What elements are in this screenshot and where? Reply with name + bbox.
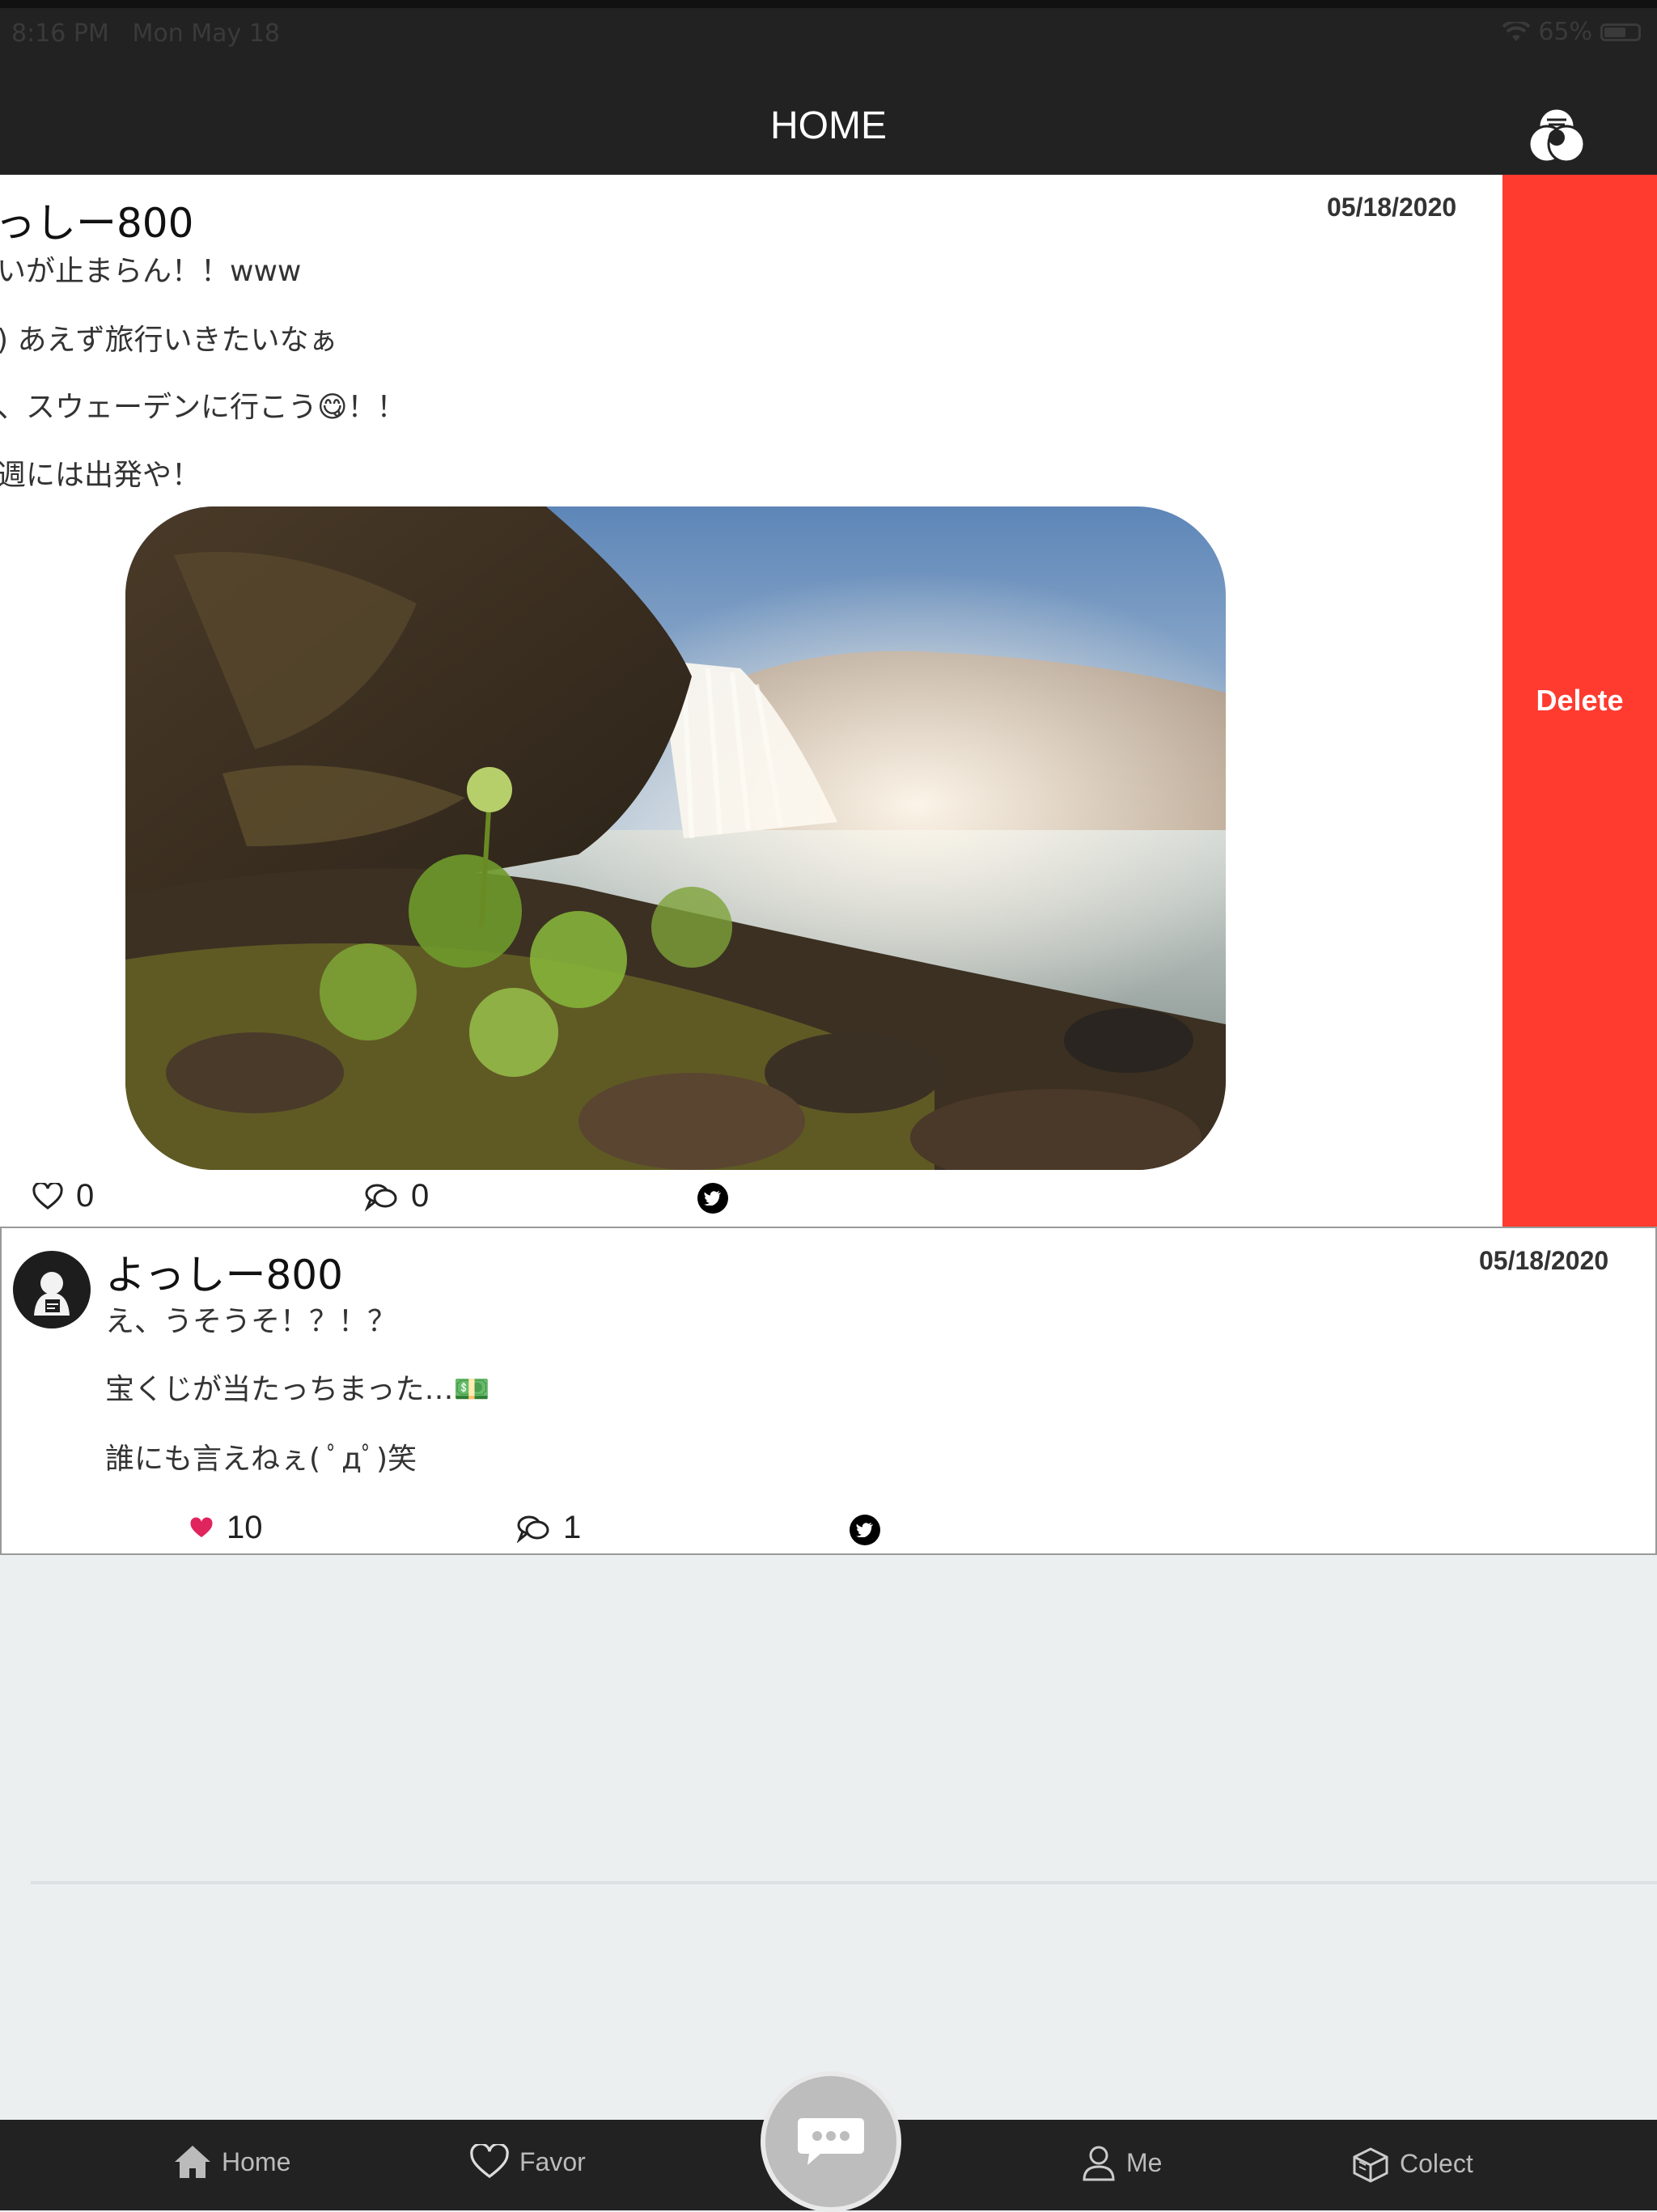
post-text-line: え、うそうそ！？！？ — [105, 1305, 397, 1338]
heart-outline-icon — [470, 2144, 509, 2179]
like-button[interactable]: 10 — [189, 1510, 263, 1546]
status-date: Mon May 18 — [132, 19, 281, 48]
twitter-icon — [697, 1183, 728, 1214]
post-text-line: 宝くじが当たっちまった…💵 — [105, 1373, 490, 1406]
tab-home-label: Home — [222, 2146, 291, 2176]
person-icon — [1083, 2146, 1115, 2181]
twitter-share-button[interactable] — [697, 1183, 728, 1214]
comment-icon — [516, 1515, 549, 1543]
comment-count: 1 — [563, 1510, 582, 1545]
tab-favor[interactable]: Favor — [469, 2144, 586, 2180]
divider — [31, 1881, 1657, 1884]
heart-outline-icon — [32, 1182, 63, 1210]
page-title: HOME — [770, 104, 887, 147]
post-card[interactable]: っしー800 05/18/2020 いが止まらん！！www ) あえず旅行いきた… — [0, 175, 1502, 1228]
like-button[interactable]: 0 — [32, 1178, 94, 1214]
twitter-icon — [850, 1515, 880, 1545]
comment-count: 0 — [411, 1178, 430, 1214]
like-count: 10 — [227, 1510, 263, 1545]
battery-percent: 65% — [1538, 18, 1592, 46]
tab-me-label: Me — [1126, 2147, 1163, 2177]
comment-button[interactable]: 0 — [364, 1178, 429, 1214]
waterfall-photo — [125, 506, 1226, 1170]
post-text-line: 、スウェーデンに行こう😋！！ — [0, 391, 406, 424]
post-text-line: いが止まらん！！www — [0, 255, 302, 288]
post-photo[interactable] — [125, 506, 1226, 1170]
comment-icon — [364, 1184, 397, 1211]
chat-button[interactable] — [761, 2071, 901, 2212]
post-username: っしー800 — [0, 200, 194, 247]
nav-bar: HOME — [0, 57, 1657, 175]
status-time: 8:16 PM Mon May 18 — [11, 19, 281, 48]
post-card[interactable]: よっしー800 05/18/2020 え、うそうそ！？！？ 宝くじが当たっちまっ… — [0, 1227, 1657, 1555]
tab-collect[interactable]: Colect — [1350, 2144, 1473, 2183]
user-avatar-icon — [34, 1272, 70, 1316]
post-text-line: ) あえず旅行いきたいなぁ — [0, 324, 338, 357]
avatar[interactable] — [13, 1251, 91, 1328]
tab-home[interactable]: Home — [173, 2144, 290, 2180]
post-date: 05/18/2020 — [1327, 193, 1457, 222]
post-date: 05/18/2020 — [1479, 1246, 1609, 1275]
app-logo-icon[interactable] — [1524, 104, 1589, 168]
like-count: 0 — [76, 1178, 95, 1214]
post-username: よっしー800 — [105, 1252, 343, 1299]
tab-collect-label: Colect — [1400, 2148, 1473, 2178]
post-text-line: 週には出発や！ — [0, 459, 201, 492]
battery-icon — [1600, 23, 1641, 41]
box-icon — [1353, 2147, 1388, 2183]
comment-button[interactable]: 1 — [516, 1510, 581, 1546]
delete-button[interactable]: Delete — [1502, 175, 1657, 1227]
chat-bubble-icon — [798, 2118, 864, 2165]
twitter-share-button[interactable] — [850, 1515, 880, 1545]
tab-favor-label: Favor — [519, 2146, 586, 2176]
heart-filled-icon — [190, 1516, 213, 1537]
home-icon — [175, 2146, 210, 2178]
tab-me[interactable]: Me — [1081, 2144, 1162, 2181]
wifi-icon — [1502, 21, 1531, 41]
status-bar: 8:16 PM Mon May 18 65% — [0, 0, 1657, 57]
post-text-line: 誰にも言えねぇ( ﾟдﾟ)笑 — [105, 1443, 417, 1476]
